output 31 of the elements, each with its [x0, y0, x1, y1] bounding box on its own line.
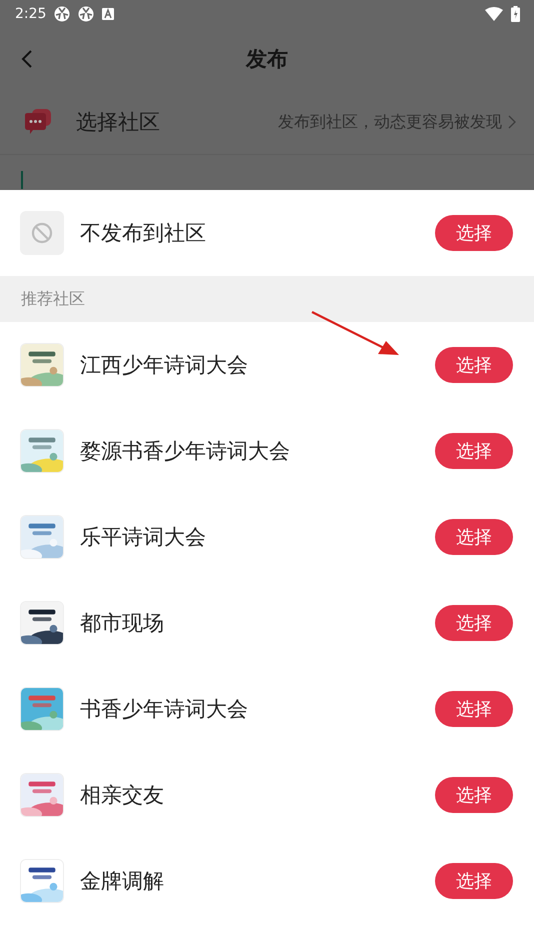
- ball-icon: [78, 6, 94, 22]
- community-hint: 发布到社区，动态更容易被发现: [278, 112, 502, 132]
- community-name: 不发布到社区: [80, 220, 207, 247]
- chat-bubble-icon: [24, 108, 52, 136]
- battery-icon: [511, 6, 520, 22]
- text-cursor: [21, 171, 23, 189]
- ball-icon: [54, 6, 70, 22]
- community-name: 乐平诗词大会: [80, 524, 207, 551]
- keyboard-icon: [102, 8, 114, 20]
- chevron-right-icon[interactable]: [508, 115, 516, 129]
- select-button[interactable]: 选择: [435, 433, 513, 469]
- community-label: 选择社区: [76, 109, 160, 136]
- community-name: 书香少年诗词大会: [80, 696, 249, 723]
- status-time: 2:25: [15, 6, 46, 22]
- page-title: 发布: [246, 46, 288, 73]
- select-button[interactable]: 选择: [435, 863, 513, 899]
- back-icon[interactable]: [20, 50, 34, 68]
- select-button[interactable]: 选择: [435, 605, 513, 641]
- select-button[interactable]: 选择: [435, 347, 513, 383]
- select-button[interactable]: 选择: [435, 215, 513, 251]
- select-button[interactable]: 选择: [435, 777, 513, 813]
- select-button[interactable]: 选择: [435, 519, 513, 555]
- ban-icon: [20, 211, 64, 255]
- community-name: 相亲交友: [80, 782, 165, 809]
- community-name: 都市现场: [80, 610, 165, 637]
- section-title: 推荐社区: [0, 276, 534, 322]
- community-name: 婺源书香少年诗词大会: [80, 438, 291, 465]
- community-name: 金牌调解: [80, 868, 165, 895]
- wifi-icon: [485, 7, 503, 21]
- select-button[interactable]: 选择: [435, 691, 513, 727]
- community-name: 江西少年诗词大会: [80, 352, 249, 379]
